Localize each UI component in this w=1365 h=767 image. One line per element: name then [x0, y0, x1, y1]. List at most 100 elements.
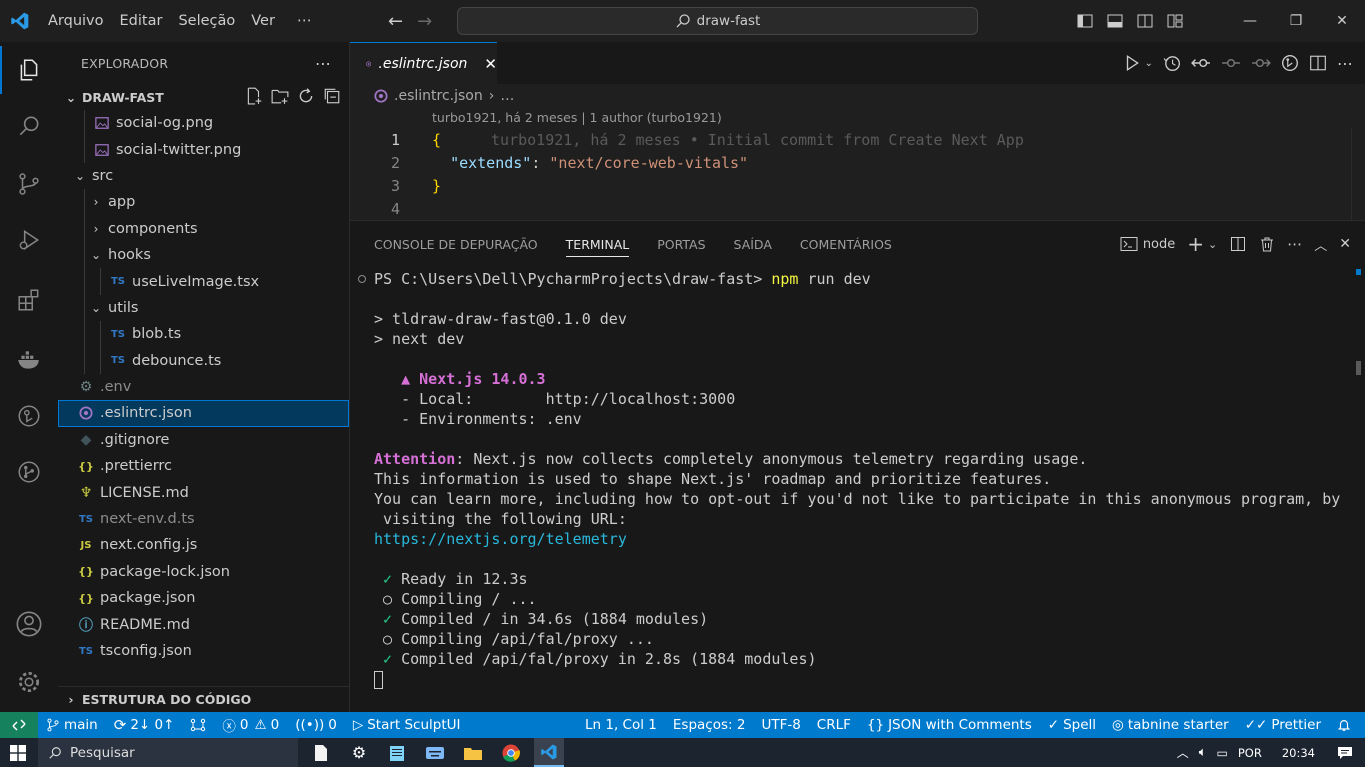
tree-folder[interactable]: › app [58, 189, 349, 216]
language-indicator[interactable]: POR [1238, 746, 1262, 760]
taskbar-file-icon[interactable] [306, 738, 336, 767]
forward-arrow-icon[interactable]: → [417, 11, 432, 32]
volume-icon[interactable]: 🔈︎ [1199, 745, 1207, 760]
outline-section-header[interactable]: › ESTRUTURA DO CÓDIGO [58, 686, 349, 712]
new-folder-icon[interactable] [271, 87, 289, 105]
code-line[interactable]: 2 "extends": "next/core-web-vitals" [350, 151, 1365, 174]
command-decoration-icon[interactable] [358, 275, 366, 283]
panel-more-icon[interactable]: ⋯ [1287, 235, 1302, 253]
git-compare-icon[interactable] [1191, 54, 1211, 72]
extensions-icon[interactable] [0, 274, 58, 326]
tree-folder[interactable]: ⌄ utils [58, 294, 349, 322]
tree-file[interactable]: social-og.png [58, 110, 349, 137]
trash-icon[interactable] [1259, 236, 1275, 252]
windows-start-icon[interactable] [10, 745, 26, 765]
new-file-icon[interactable] [245, 87, 263, 105]
close-tab-icon[interactable]: ✕ [484, 55, 497, 73]
editor-more-icon[interactable]: ⋯ [1337, 54, 1353, 73]
tab-output[interactable]: SAÍDA [734, 221, 772, 267]
tab-ports[interactable]: PORTAS [657, 221, 705, 267]
menu-more[interactable]: ⋯ [289, 0, 320, 42]
network-icon[interactable]: ▭ [1217, 746, 1228, 760]
terminal-shell-selector[interactable]: node [1120, 236, 1175, 252]
tab-eslintrc[interactable]: .eslintrc.json ✕ [350, 42, 497, 84]
terminal-dropdown-chevron-icon[interactable]: ⌄ [1208, 238, 1217, 251]
tree-file[interactable]: {} .prettierrc [58, 453, 349, 479]
tabnine-status[interactable]: ◎ tabnine starter [1104, 712, 1237, 738]
refresh-icon[interactable] [297, 87, 315, 105]
tree-file[interactable]: TS useLiveImage.tsx [58, 268, 349, 295]
indentation-status[interactable]: Espaços: 2 [665, 712, 754, 738]
problems-status[interactable]: ⓧ 0 ⚠ 0 [214, 712, 287, 738]
taskbar-keyboard-icon[interactable] [420, 738, 450, 767]
code-line[interactable]: 1 {turbo1921, há 2 meses • Initial commit… [350, 128, 1365, 151]
menu-selecao[interactable]: Seleção [170, 0, 243, 42]
tree-file[interactable]: ⓘ README.md [58, 611, 349, 637]
back-arrow-icon[interactable]: ← [388, 11, 403, 32]
split-editor-icon[interactable] [1309, 54, 1327, 72]
code-line[interactable]: 4 [350, 197, 1365, 220]
maximize-panel-chevron-up-icon[interactable]: ︿ [1314, 235, 1327, 254]
tree-file[interactable]: TS debounce.ts [58, 347, 349, 374]
run-icon[interactable] [1123, 54, 1141, 72]
taskbar-search[interactable]: Pesquisar [38, 738, 298, 767]
manage-gear-icon[interactable] [0, 656, 58, 708]
search-icon[interactable] [0, 100, 58, 152]
telemetry-link[interactable]: https://nextjs.org/telemetry [374, 530, 627, 548]
sync-status[interactable]: ⟳ 2↓ 0↑ [106, 712, 183, 738]
tree-file[interactable]: social-twitter.png [58, 136, 349, 163]
docker-icon[interactable] [0, 334, 58, 386]
tree-folder[interactable]: ⌄ hooks [58, 241, 349, 269]
notification-center-icon[interactable] [1325, 746, 1365, 760]
taskbar-settings-gear-icon[interactable]: ⚙ [344, 738, 374, 767]
tree-file[interactable]: .eslintrc.json [58, 400, 349, 427]
explorer-icon[interactable] [0, 44, 58, 96]
tree-file[interactable]: ◆ .gitignore [58, 427, 349, 453]
collapse-all-icon[interactable] [323, 87, 341, 105]
tree-file[interactable]: {} package-lock.json [58, 559, 349, 585]
terminal-scrollbar[interactable] [1356, 361, 1361, 375]
close-panel-icon[interactable]: ✕ [1339, 236, 1351, 252]
tree-folder[interactable]: ⌄ src [58, 163, 349, 189]
remote-indicator[interactable] [0, 712, 38, 738]
taskbar-vscode-icon[interactable] [534, 738, 564, 767]
git-graph-icon[interactable] [0, 446, 58, 498]
language-mode[interactable]: {} JSON with Comments [859, 712, 1040, 738]
close-window-button[interactable]: ✕ [1319, 0, 1365, 42]
git-blame-codelens[interactable]: turbo1921, há 2 meses | 1 author (turbo1… [432, 110, 722, 125]
clock[interactable]: 20:34 [1282, 746, 1315, 760]
eol-status[interactable]: CRLF [809, 712, 859, 738]
breadcrumb-symbol[interactable]: … [500, 88, 514, 104]
tree-file[interactable]: TS next-env.d.ts [58, 506, 349, 532]
next-change-icon[interactable] [1251, 54, 1271, 72]
new-terminal-plus-icon[interactable]: + [1187, 232, 1204, 256]
tab-debug-console[interactable]: CONSOLE DE DEPURAÇÃO [374, 221, 538, 267]
taskbar-file-explorer-icon[interactable] [458, 738, 488, 767]
code-lines[interactable]: 1 {turbo1921, há 2 meses • Initial commit… [350, 128, 1365, 220]
notifications-status[interactable] [1329, 712, 1359, 738]
run-dropdown-chevron-icon[interactable]: ⌄ [1145, 58, 1153, 69]
breadcrumb-file[interactable]: .eslintrc.json [394, 88, 483, 104]
previous-change-icon[interactable] [1221, 54, 1241, 72]
tree-file[interactable]: JS next.config.js [58, 532, 349, 558]
project-section-header[interactable]: ⌄ DRAW-FAST [58, 84, 349, 110]
sculpt-status[interactable]: ▷ Start SculptUI [345, 712, 469, 738]
toggle-sidebar-icon[interactable] [1073, 9, 1097, 33]
restore-button[interactable]: ❐ [1273, 0, 1319, 42]
toggle-panel-icon[interactable] [1103, 9, 1127, 33]
taskbar-notepad-icon[interactable] [382, 738, 412, 767]
open-changes-icon[interactable] [1281, 54, 1299, 72]
menu-arquivo[interactable]: Arquivo [40, 0, 112, 42]
source-control-icon[interactable] [0, 158, 58, 210]
tree-file[interactable]: TS blob.ts [58, 321, 349, 348]
tab-comments[interactable]: COMENTÁRIOS [800, 221, 892, 267]
editor-scrollbar[interactable] [1351, 128, 1365, 220]
tree-file[interactable]: ⚙ .env [58, 374, 349, 400]
terminal-output[interactable]: PS C:\Users\Dell\PycharmProjects\draw-fa… [374, 269, 1349, 689]
menu-ver[interactable]: Ver [243, 0, 283, 42]
tree-file[interactable]: ♆ LICENSE.md [58, 479, 349, 505]
remote-explorer-icon[interactable] [0, 390, 58, 442]
menu-editar[interactable]: Editar [112, 0, 171, 42]
spell-status[interactable]: ✓ Spell [1040, 712, 1104, 738]
code-line[interactable]: 3} [350, 174, 1365, 197]
